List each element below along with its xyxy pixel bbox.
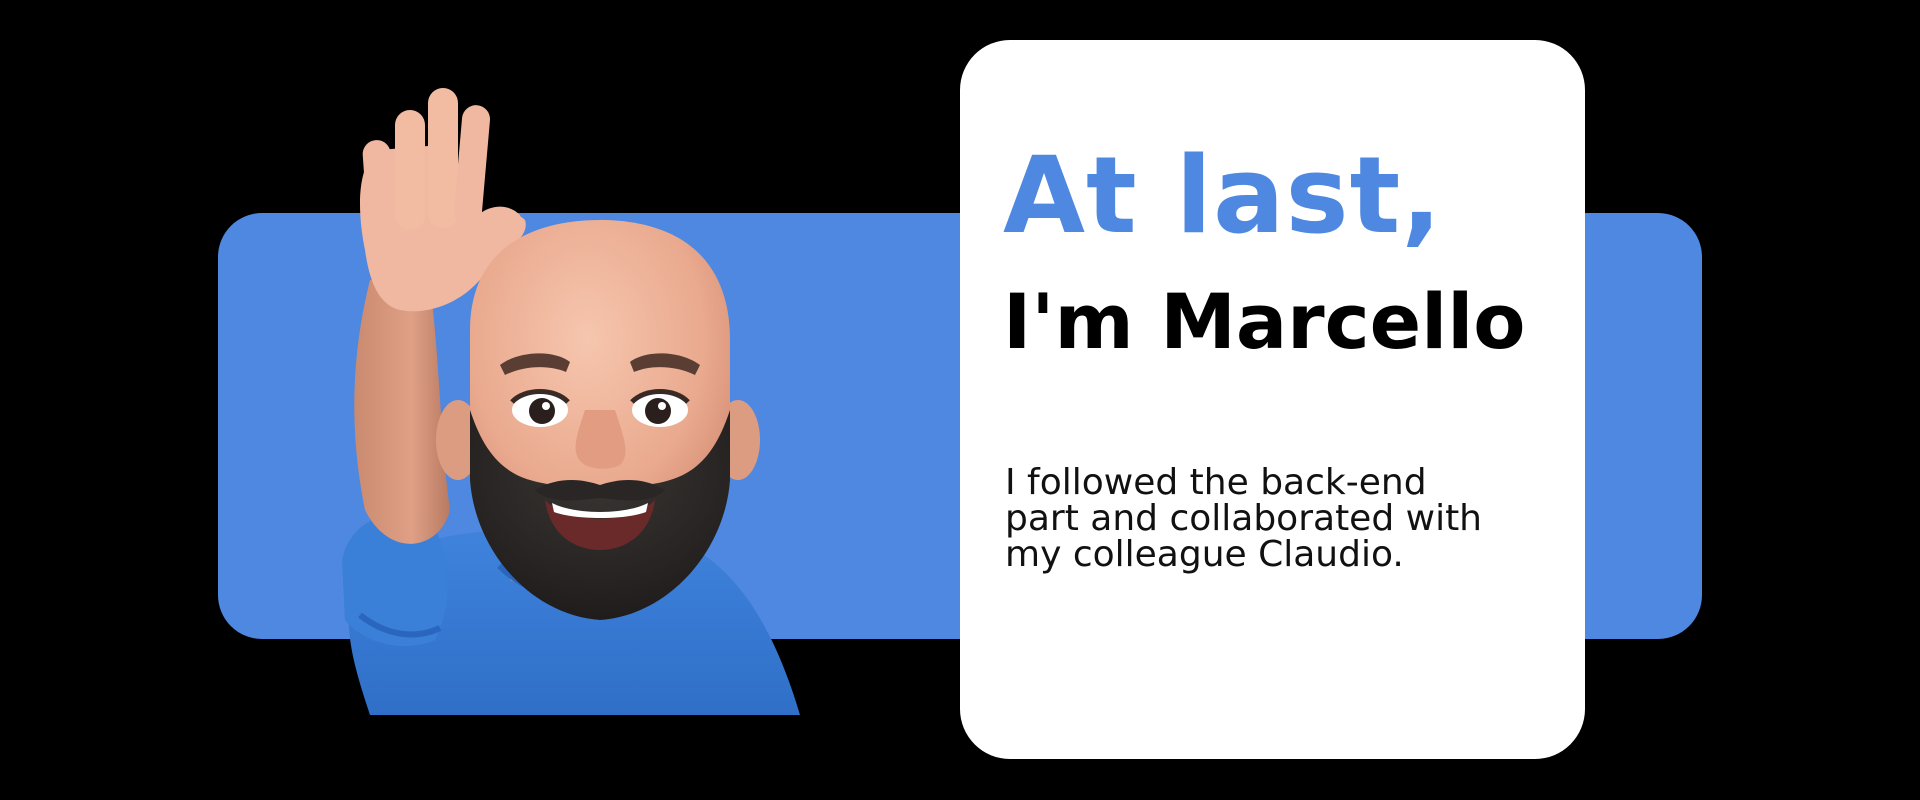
headline: At last,: [1003, 134, 1443, 257]
slide: At last, I'm Marcello I followed the bac…: [0, 0, 1920, 800]
presenter-name: I'm Marcello: [1003, 277, 1526, 366]
bio-text: I followed the back-end part and collabo…: [1005, 462, 1482, 575]
waving-memoji-avatar-icon: [342, 88, 800, 715]
